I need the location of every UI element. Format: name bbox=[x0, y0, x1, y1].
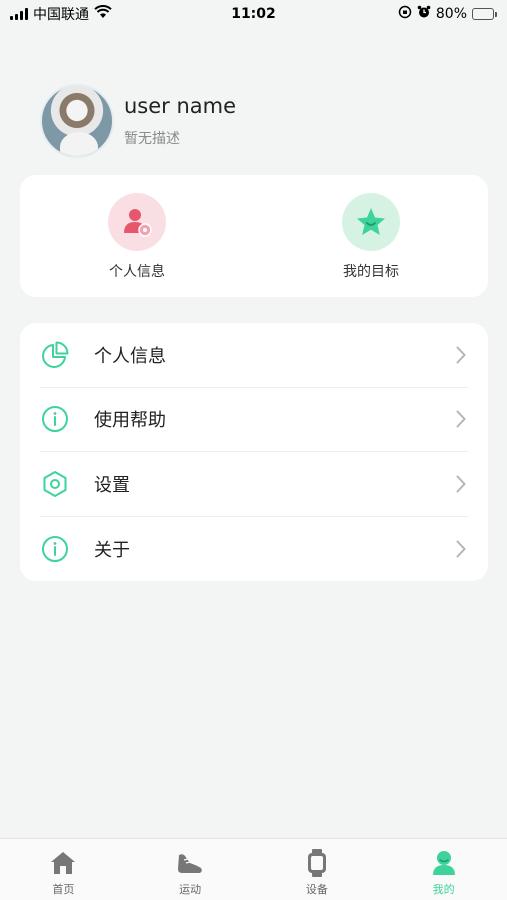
battery-percent: 80% bbox=[435, 6, 467, 22]
tab-device[interactable]: 设备 bbox=[254, 839, 381, 900]
tab-label: 运动 bbox=[179, 883, 202, 896]
shoe-icon bbox=[176, 849, 204, 877]
info-icon bbox=[40, 534, 70, 564]
info-icon bbox=[40, 404, 70, 434]
avatar[interactable] bbox=[40, 84, 114, 158]
signal-icon bbox=[10, 8, 28, 20]
wifi-icon bbox=[94, 5, 112, 23]
carrier-label: 中国联通 bbox=[33, 7, 89, 23]
tab-label: 我的 bbox=[432, 883, 455, 896]
menu-item-settings[interactable]: 设置 bbox=[40, 452, 468, 517]
quick-actions-card: 个人信息 我的目标 bbox=[20, 175, 488, 297]
user-description: 暂无描述 bbox=[124, 131, 180, 147]
home-icon bbox=[49, 849, 77, 877]
quick-my-goals[interactable]: 我的目标 bbox=[254, 175, 488, 297]
quick-personal-info-label: 个人信息 bbox=[109, 264, 165, 280]
pie-chart-icon bbox=[40, 340, 70, 370]
quick-personal-info[interactable]: 个人信息 bbox=[20, 175, 254, 297]
quick-my-goals-label: 我的目标 bbox=[343, 264, 399, 280]
menu-item-label: 设置 bbox=[94, 474, 130, 496]
watch-icon bbox=[303, 849, 331, 877]
tab-bar: 首页 运动 设备 我的 bbox=[0, 838, 507, 900]
menu-item-about[interactable]: 关于 bbox=[40, 517, 468, 582]
chevron-right-icon bbox=[454, 539, 468, 559]
tab-home[interactable]: 首页 bbox=[0, 839, 127, 900]
status-bar: 中国联通 11:02 80% bbox=[0, 0, 507, 28]
hexagon-settings-icon bbox=[40, 469, 70, 499]
profile-header[interactable]: user name 暂无描述 bbox=[40, 84, 236, 158]
status-left: 中国联通 bbox=[10, 4, 112, 24]
profile-text: user name 暂无描述 bbox=[124, 94, 236, 148]
orientation-lock-icon bbox=[398, 5, 412, 23]
star-icon bbox=[342, 193, 400, 251]
tab-label: 设备 bbox=[305, 883, 328, 896]
chevron-right-icon bbox=[454, 409, 468, 429]
tab-mine[interactable]: 我的 bbox=[380, 839, 507, 900]
alarm-icon bbox=[417, 5, 431, 23]
menu-item-personal-info[interactable]: 个人信息 bbox=[40, 323, 468, 388]
menu-item-label: 个人信息 bbox=[94, 345, 166, 367]
person-icon bbox=[430, 849, 458, 877]
battery-icon bbox=[472, 8, 497, 20]
user-settings-icon bbox=[108, 193, 166, 251]
user-name: user name bbox=[124, 94, 237, 118]
status-right: 80% bbox=[398, 5, 497, 23]
menu-item-label: 关于 bbox=[94, 539, 130, 561]
menu-item-label: 使用帮助 bbox=[94, 410, 166, 432]
tab-sport[interactable]: 运动 bbox=[127, 839, 254, 900]
menu-item-help[interactable]: 使用帮助 bbox=[40, 388, 468, 452]
tab-label: 首页 bbox=[52, 883, 75, 896]
chevron-right-icon bbox=[454, 474, 468, 494]
menu-list: 个人信息 使用帮助 设置 关于 bbox=[20, 323, 488, 581]
chevron-right-icon bbox=[454, 345, 468, 365]
